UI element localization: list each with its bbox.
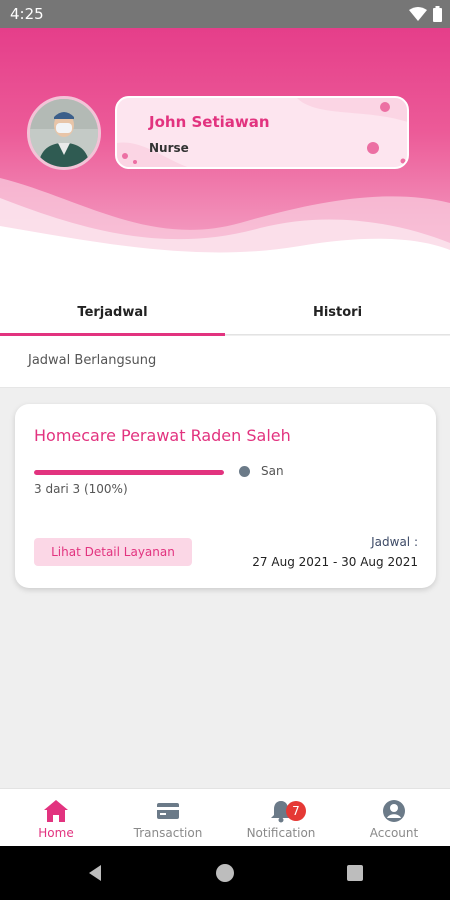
tab-terjadwal[interactable]: Terjadwal bbox=[0, 290, 225, 336]
battery-icon bbox=[433, 6, 442, 22]
nav-account-label: Account bbox=[369, 826, 419, 840]
profile-role: Nurse bbox=[149, 141, 189, 155]
recents-icon[interactable] bbox=[345, 863, 365, 883]
card-decoration bbox=[117, 98, 407, 167]
progress-text: 3 dari 3 (100%) bbox=[34, 482, 128, 496]
progress-bar bbox=[34, 470, 224, 475]
legend-dot bbox=[239, 466, 250, 477]
nav-home[interactable]: Home bbox=[0, 789, 112, 847]
profile-card[interactable]: John Setiawan Nurse bbox=[115, 96, 409, 169]
nav-account[interactable]: Account bbox=[338, 789, 450, 847]
section-label: Jadwal Berlangsung bbox=[0, 336, 450, 388]
tab-histori[interactable]: Histori bbox=[225, 290, 450, 335]
wifi-icon bbox=[409, 7, 427, 21]
nav-transaction[interactable]: Transaction bbox=[112, 789, 224, 847]
schedule-label: Jadwal : bbox=[371, 535, 418, 549]
nav-notification[interactable]: 7 Notification bbox=[225, 789, 337, 847]
view-detail-button[interactable]: Lihat Detail Layanan bbox=[34, 538, 192, 566]
nav-transaction-label: Transaction bbox=[133, 826, 203, 840]
avatar[interactable] bbox=[27, 96, 101, 170]
service-title: Homecare Perawat Raden Saleh bbox=[34, 426, 291, 445]
nav-home-label: Home bbox=[38, 826, 74, 840]
service-card[interactable]: Homecare Perawat Raden Saleh 3 dari 3 (1… bbox=[15, 404, 436, 588]
card-icon bbox=[157, 803, 179, 819]
home-button-icon[interactable] bbox=[215, 863, 235, 883]
profile-name: John Setiawan bbox=[149, 113, 270, 131]
schedule-value: 27 Aug 2021 - 30 Aug 2021 bbox=[252, 555, 418, 569]
schedule-tabs: Terjadwal Histori bbox=[0, 290, 450, 336]
account-icon bbox=[383, 800, 405, 822]
nav-notification-label: Notification bbox=[246, 826, 316, 840]
status-icons bbox=[409, 6, 442, 22]
profile-header: John Setiawan Nurse bbox=[0, 28, 450, 290]
home-icon bbox=[44, 800, 68, 822]
notification-badge: 7 bbox=[286, 801, 306, 821]
back-icon[interactable] bbox=[85, 863, 105, 883]
bottom-nav: Home Transaction 7 Notification Account bbox=[0, 788, 450, 846]
status-time: 4:25 bbox=[10, 5, 44, 23]
legend-label: San bbox=[261, 464, 284, 478]
progress-fill bbox=[34, 470, 224, 475]
system-nav-bar bbox=[0, 846, 450, 900]
nurse-avatar-icon bbox=[30, 99, 98, 167]
status-bar: 4:25 bbox=[0, 0, 450, 28]
